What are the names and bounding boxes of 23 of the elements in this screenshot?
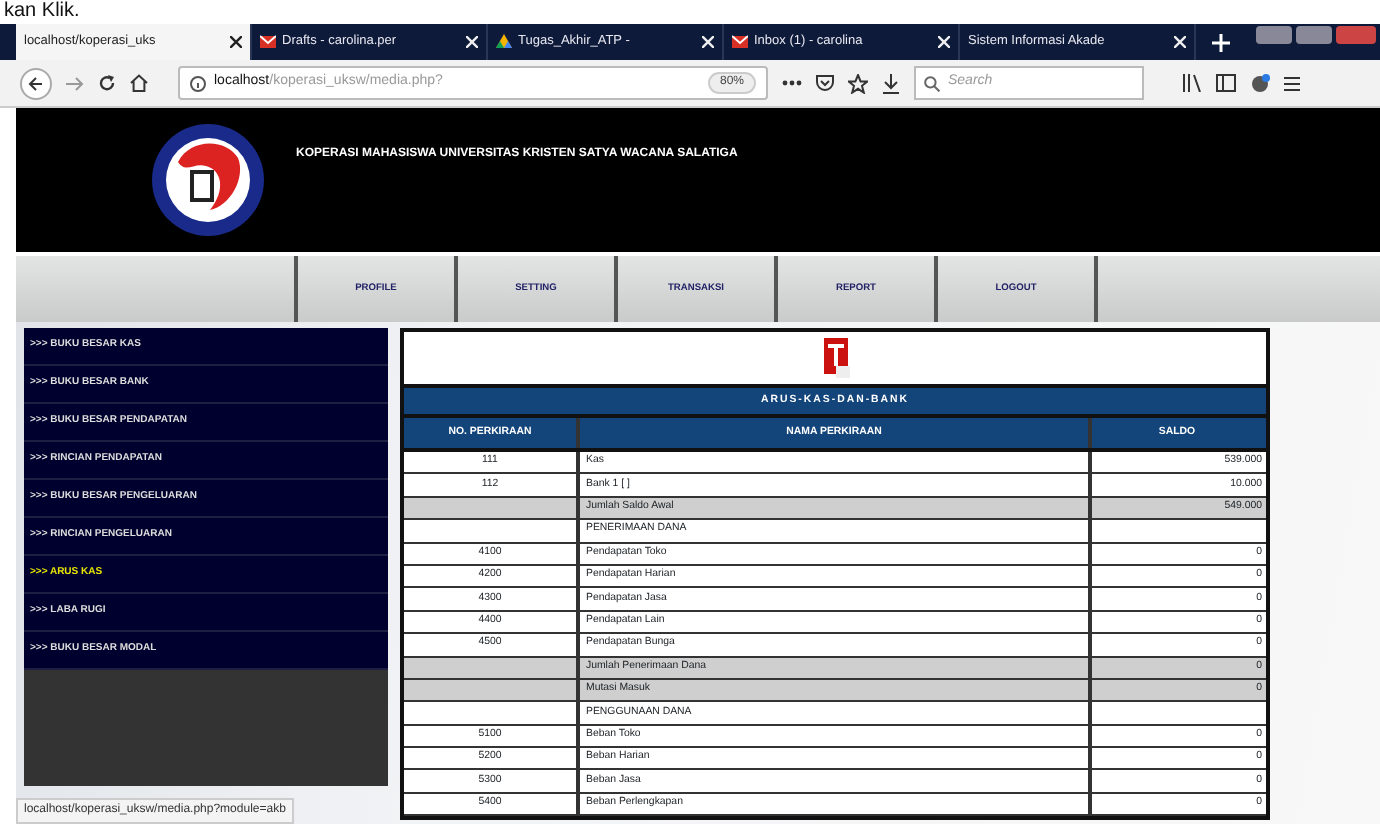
window-controls-icon [1256,24,1376,48]
new-tab-icon[interactable] [1212,34,1230,52]
extension-icon[interactable] [1250,73,1270,93]
mail-icon [732,34,748,50]
sidebar-icon[interactable] [1216,74,1236,92]
triangle-icon [496,34,512,50]
close-icon[interactable] [230,36,242,48]
download-icon[interactable] [882,73,900,93]
home-icon[interactable] [130,74,148,92]
forward-icon[interactable] [66,75,84,91]
reload-icon[interactable] [98,74,116,92]
search-icon [924,75,940,91]
back-icon[interactable] [20,67,52,99]
pdf-icon[interactable] [821,338,849,378]
info-icon [190,75,206,91]
more-icon[interactable] [782,80,802,86]
mail-icon [260,34,276,50]
shield-icon[interactable] [816,74,834,92]
library-icon[interactable] [1182,74,1202,92]
caption-text: kan Klik. [4,0,80,24]
star-icon[interactable] [848,73,868,93]
logo-icon [150,122,266,238]
menu-icon[interactable] [1284,75,1300,91]
